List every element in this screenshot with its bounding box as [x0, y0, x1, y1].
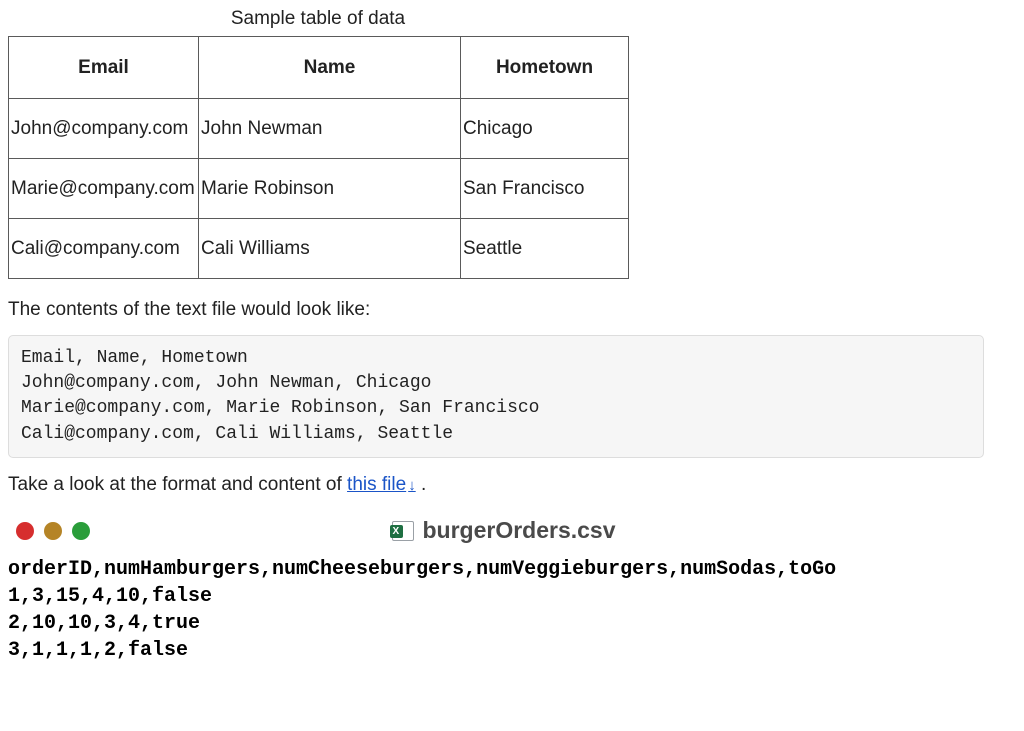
window-title-text: burgerOrders.csv — [422, 517, 615, 544]
cell-name: Marie Robinson — [199, 159, 461, 219]
csv-text-file-contents: Email, Name, Hometown John@company.com, … — [8, 335, 984, 458]
cell-email: Cali@company.com — [9, 219, 199, 279]
col-header-hometown: Hometown — [461, 37, 629, 99]
cell-email: John@company.com — [9, 99, 199, 159]
close-icon[interactable] — [16, 522, 34, 540]
col-header-email: Email — [9, 37, 199, 99]
table-caption: Sample table of data — [8, 8, 628, 30]
table-row: Marie@company.com Marie Robinson San Fra… — [9, 159, 629, 219]
sample-table: Email Name Hometown John@company.com Joh… — [8, 36, 629, 279]
link-prefix: Take a look at the format and content of — [8, 474, 347, 495]
window-titlebar: burgerOrders.csv — [8, 516, 1000, 546]
intro-text: The contents of the text file would look… — [8, 299, 1016, 321]
file-link-line: Take a look at the format and content of… — [8, 474, 1016, 496]
link-suffix: . — [416, 474, 427, 495]
spreadsheet-file-icon — [392, 521, 414, 541]
cell-name: Cali Williams — [199, 219, 461, 279]
cell-hometown: Chicago — [461, 99, 629, 159]
minimize-icon[interactable] — [44, 522, 62, 540]
this-file-link[interactable]: this file — [347, 474, 406, 495]
col-header-name: Name — [199, 37, 461, 99]
cell-name: John Newman — [199, 99, 461, 159]
csv-file-body: orderID,numHamburgers,numCheeseburgers,n… — [8, 556, 1000, 664]
table-row: John@company.com John Newman Chicago — [9, 99, 629, 159]
traffic-lights — [16, 522, 90, 540]
table-row: Cali@company.com Cali Williams Seattle — [9, 219, 629, 279]
download-icon[interactable]: ↓ — [408, 477, 416, 494]
zoom-icon[interactable] — [72, 522, 90, 540]
cell-hometown: Seattle — [461, 219, 629, 279]
cell-email: Marie@company.com — [9, 159, 199, 219]
cell-hometown: San Francisco — [461, 159, 629, 219]
csv-preview-window: burgerOrders.csv orderID,numHamburgers,n… — [8, 516, 1000, 664]
table-header-row: Email Name Hometown — [9, 37, 629, 99]
window-title: burgerOrders.csv — [8, 517, 1000, 544]
